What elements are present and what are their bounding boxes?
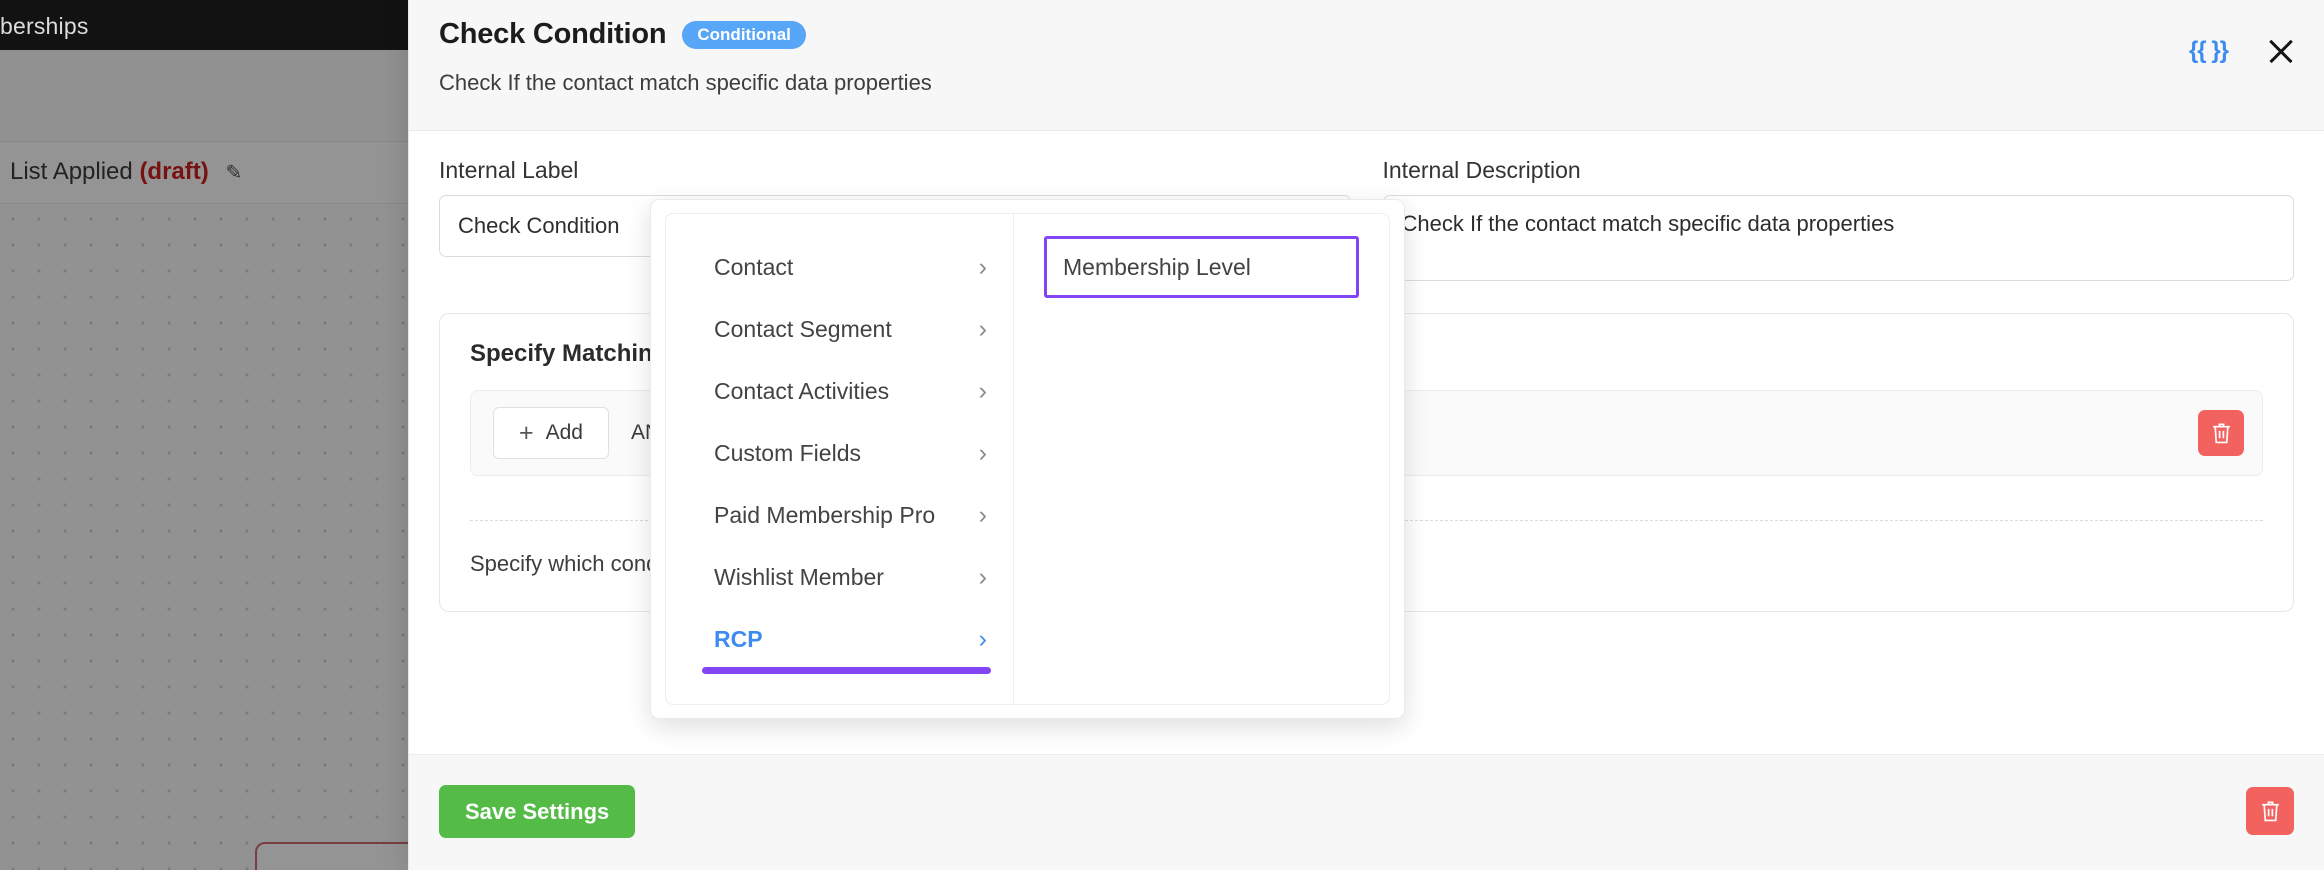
chevron-right-icon: › bbox=[978, 314, 987, 343]
plus-icon: + bbox=[519, 418, 534, 447]
add-condition-button[interactable]: + Add bbox=[493, 407, 609, 459]
chevron-right-icon: › bbox=[978, 624, 987, 653]
internal-description-caption: Internal Description bbox=[1382, 157, 1581, 183]
modal-footer: Save Settings bbox=[409, 754, 2324, 870]
dropdown-item-contact-segment[interactable]: Contact Segment › bbox=[666, 298, 1013, 360]
dropdown-item-wishlist-member[interactable]: Wishlist Member › bbox=[666, 546, 1013, 608]
modal-subtitle: Check If the contact match specific data… bbox=[439, 70, 932, 95]
header-actions: {{ }} bbox=[2189, 36, 2296, 66]
dropdown-item-label: Custom Fields bbox=[714, 439, 861, 466]
internal-description-input[interactable]: Check If the contact match specific data… bbox=[1382, 195, 2294, 281]
internal-label-caption: Internal Label bbox=[439, 157, 579, 183]
page-title: Check Condition bbox=[439, 18, 667, 50]
screen-root: List Applied (draft) ✎ berships Check Co… bbox=[0, 0, 2324, 870]
chevron-right-icon: › bbox=[978, 500, 987, 529]
condition-source-dropdown: Contact › Contact Segment › Contact Acti… bbox=[650, 199, 1405, 719]
delete-step-button[interactable] bbox=[2246, 787, 2294, 835]
dropdown-item-contact-activities[interactable]: Contact Activities › bbox=[666, 360, 1013, 422]
trash-icon bbox=[2212, 423, 2230, 444]
dropdown-item-label: Contact Segment bbox=[714, 315, 892, 342]
dropdown-item-contact[interactable]: Contact › bbox=[666, 236, 1013, 298]
trash-icon bbox=[2261, 801, 2279, 822]
dropdown-submenu-list: Membership Level bbox=[1014, 214, 1389, 704]
dropdown-submenu-label: Membership Level bbox=[1063, 253, 1251, 280]
internal-description-group: Internal Description Check If the contac… bbox=[1382, 157, 2294, 286]
dropdown-submenu-item-membership-level[interactable]: Membership Level bbox=[1044, 236, 1359, 298]
active-underline bbox=[702, 667, 991, 674]
modal-title-row: Check Condition Conditional bbox=[439, 18, 806, 51]
dropdown-inner: Contact › Contact Segment › Contact Acti… bbox=[665, 213, 1390, 705]
dropdown-item-label: RCP bbox=[714, 625, 763, 652]
chevron-right-icon: › bbox=[978, 376, 987, 405]
save-button[interactable]: Save Settings bbox=[439, 785, 636, 838]
dropdown-item-label: Paid Membership Pro bbox=[714, 501, 936, 528]
dropdown-item-label: Contact bbox=[714, 253, 794, 280]
chevron-right-icon: › bbox=[978, 438, 987, 467]
background-topbar-label: berships bbox=[0, 13, 89, 39]
delete-group-button[interactable] bbox=[2198, 410, 2244, 456]
modal-scrim[interactable] bbox=[0, 50, 408, 870]
status-badge: Conditional bbox=[682, 20, 806, 49]
dropdown-item-paid-membership-pro[interactable]: Paid Membership Pro › bbox=[666, 484, 1013, 546]
dropdown-category-list: Contact › Contact Segment › Contact Acti… bbox=[666, 214, 1014, 704]
chevron-right-icon: › bbox=[978, 562, 987, 591]
dropdown-item-label: Wishlist Member bbox=[714, 563, 884, 590]
add-condition-label: Add bbox=[545, 421, 583, 444]
modal-header: Check Condition Conditional Check If the… bbox=[409, 0, 2324, 131]
dropdown-item-rcp[interactable]: RCP › bbox=[666, 608, 1013, 674]
chevron-right-icon: › bbox=[978, 252, 987, 281]
dropdown-item-custom-fields[interactable]: Custom Fields › bbox=[666, 422, 1013, 484]
dropdown-item-label: Contact Activities bbox=[714, 377, 890, 404]
merge-tag-icon[interactable]: {{ }} bbox=[2189, 37, 2229, 65]
close-icon[interactable] bbox=[2266, 36, 2296, 66]
